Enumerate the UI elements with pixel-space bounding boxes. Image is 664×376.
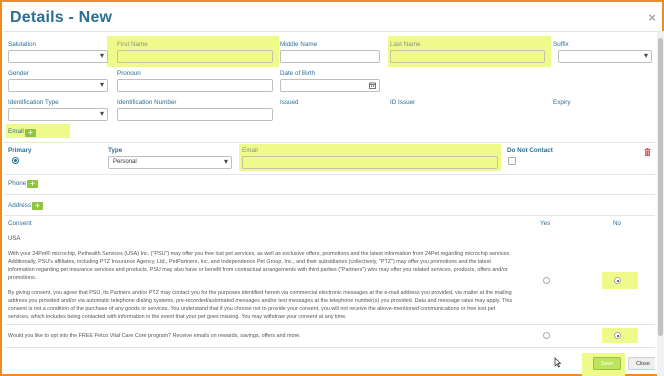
close-icon[interactable]: ×	[648, 10, 656, 25]
consent-question-2: Would you like to opt into the FREE Petc…	[8, 333, 301, 339]
divider	[4, 324, 655, 325]
salutation-label: Salutation	[8, 41, 37, 48]
consent-2-yes-radio[interactable]	[543, 332, 550, 339]
vertical-scrollbar[interactable]	[657, 32, 664, 376]
add-phone-button[interactable]: +	[27, 180, 38, 188]
dialog-frame: Details - New × Salutation First Name Mi…	[0, 0, 664, 376]
address-section-label: Address	[8, 202, 32, 209]
pronoun-label: Pronoun	[117, 70, 141, 77]
dialog-body: Salutation First Name Middle Name Last N…	[4, 32, 655, 376]
calendar-icon[interactable]	[369, 82, 376, 89]
dialog-title: Details - New	[10, 9, 113, 26]
email-column-header: Email	[242, 147, 258, 154]
mouse-cursor-icon	[554, 357, 562, 368]
middle-name-input[interactable]	[280, 50, 380, 63]
id-type-label: Identification Type	[8, 99, 59, 106]
do-not-contact-header: Do Not Contact	[507, 147, 553, 154]
divider	[4, 347, 655, 348]
dob-input[interactable]	[280, 79, 380, 92]
first-name-input[interactable]	[117, 50, 273, 63]
email-primary-header: Primary	[8, 147, 32, 154]
consent-no-header: No	[613, 220, 622, 227]
consent-region: USA	[8, 236, 21, 242]
divider	[4, 174, 655, 175]
do-not-contact-checkbox[interactable]	[508, 157, 516, 165]
phone-section-label: Phone	[8, 180, 27, 187]
divider	[4, 215, 655, 216]
email-type-select[interactable]: Personal	[108, 156, 232, 169]
last-name-input[interactable]	[390, 50, 545, 63]
email-input[interactable]	[242, 156, 498, 169]
email-section-label: Email	[8, 128, 24, 135]
add-email-button[interactable]: +	[25, 129, 36, 137]
last-name-label: Last Name	[390, 41, 421, 48]
consent-2-no-radio[interactable]	[614, 332, 621, 339]
consent-1-no-radio[interactable]	[614, 277, 621, 284]
divider	[4, 194, 655, 195]
consent-paragraph-1: With your 24Pet® microchip, Pethealth Se…	[8, 251, 511, 281]
consent-yes-header: Yes	[540, 220, 551, 227]
save-button[interactable]: Save	[593, 357, 621, 370]
email-primary-radio[interactable]	[12, 157, 19, 164]
gender-label: Gender	[8, 70, 30, 77]
first-name-label: First Name	[117, 41, 148, 48]
id-number-input[interactable]	[117, 108, 273, 121]
suffix-label: Suffix	[553, 41, 569, 48]
suffix-select[interactable]	[558, 50, 652, 63]
consent-header: Consent	[8, 220, 32, 227]
close-button[interactable]: Close	[628, 357, 655, 370]
dob-label: Date of Birth	[280, 70, 315, 77]
dialog-header: Details - New ×	[4, 4, 664, 32]
id-type-select[interactable]	[8, 108, 108, 121]
middle-name-label: Middle Name	[280, 41, 318, 48]
issued-label: Issued	[280, 99, 299, 106]
email-type-header: Type	[108, 147, 123, 154]
scrollbar-thumb[interactable]	[658, 38, 663, 336]
expiry-label: Expiry	[553, 99, 571, 106]
pronoun-input[interactable]	[117, 79, 273, 92]
gender-select[interactable]	[8, 79, 108, 92]
divider	[4, 142, 655, 143]
salutation-select[interactable]	[8, 50, 108, 63]
id-issuer-label: ID Issuer	[390, 99, 416, 106]
id-number-label: Identification Number	[117, 99, 177, 106]
add-address-button[interactable]: +	[32, 202, 43, 210]
consent-1-yes-radio[interactable]	[543, 277, 550, 284]
trash-icon[interactable]	[644, 148, 651, 156]
email-type-value: Personal	[113, 159, 137, 165]
consent-paragraph-2: By giving consent, you agree that PSU, i…	[8, 290, 513, 320]
